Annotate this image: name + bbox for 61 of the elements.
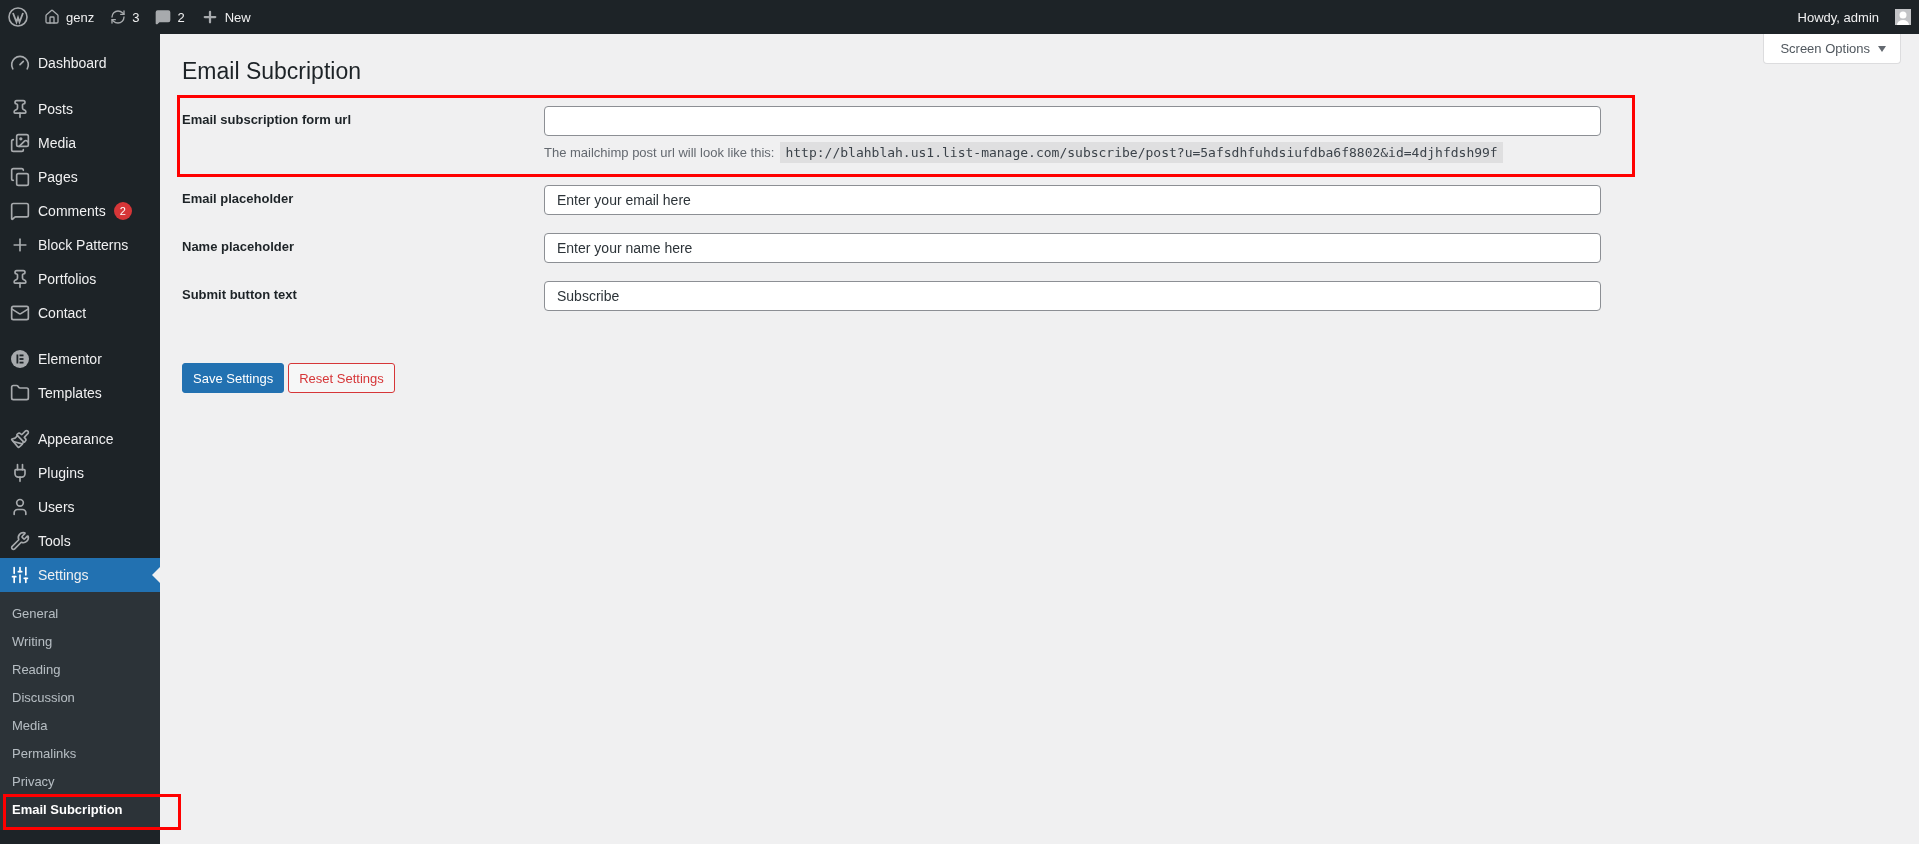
pin-icon [10,99,30,119]
screen-options-button[interactable]: Screen Options [1763,34,1901,64]
new-link[interactable]: New [200,8,251,26]
menu-item[interactable]: Settings [0,558,160,592]
menu-item[interactable]: Users [0,490,160,524]
paintbrush-icon [10,429,30,449]
refresh-icon [110,9,127,25]
field-label: Submit button text [182,286,298,304]
menu-item[interactable]: Appearance [0,422,160,456]
menu-item[interactable]: Pages [0,160,160,194]
menu-item[interactable]: Tools [0,524,160,558]
page-title: Email Subcription [182,58,362,85]
text-field[interactable] [544,106,1601,136]
site-link[interactable]: genz [44,9,95,25]
save-button[interactable]: Save Settings [182,363,285,393]
circle-bars-icon [10,349,30,369]
menu-item[interactable]: Elementor [0,342,160,376]
submenu-item[interactable]: General [0,599,160,627]
menu-item[interactable]: Plugins [0,456,160,490]
menu-item[interactable]: Dashboard [0,46,160,80]
field-label: Email subscription form url [182,111,353,129]
submenu-item[interactable]: Permalinks [0,739,160,767]
speech-bubble-icon [10,201,30,221]
hint-text: The mailchimp post url will look like this: [544,145,775,160]
caret-icon [1878,45,1886,52]
menu-item[interactable]: Contact [0,296,160,330]
menu-item[interactable]: Media [0,126,160,160]
submenu-item[interactable]: Privacy [0,767,160,795]
folder-icon [10,383,30,403]
text-field[interactable]: Subscribe [544,281,1601,311]
user-icon [10,497,30,517]
gauge-icon [10,53,30,73]
house-icon [44,9,60,25]
submenu-item[interactable]: Media [0,711,160,739]
menu-item[interactable]: Block Patterns [0,228,160,262]
comments-link[interactable]: 2 [155,9,185,25]
envelope-icon [10,303,30,323]
submenu-item[interactable]: Email Subcription [0,795,160,823]
example-url: http://blahblah.us1.list-manage.com/subscribe/post?u=5afsdhfuhdsiufdba6f8802&id=4djhfdsh99f [780,142,1503,163]
count-badge: 2 [113,202,132,220]
updates-link[interactable]: 3 [110,9,140,25]
menu-item[interactable]: Portfolios [0,262,160,296]
menu-item[interactable]: Posts [0,92,160,126]
greeting-link[interactable]: Howdy, admin [1797,9,1879,25]
text-field[interactable]: Enter your name here [544,233,1601,263]
menu-item[interactable]: Comments 2 [0,194,160,228]
sliders-icon [10,565,30,585]
wrench-icon [10,531,30,551]
speech-bubble-icon [155,9,172,25]
field-label: Name placeholder [182,238,295,256]
menu-item[interactable]: Templates [0,376,160,410]
text-field[interactable]: Enter your email here [544,185,1601,215]
reset-button[interactable]: Reset Settings [288,363,395,393]
submenu-item[interactable]: Reading [0,655,160,683]
images-icon [10,133,30,153]
field-label: Email placeholder [182,190,295,208]
submenu-item[interactable]: Discussion [0,683,160,711]
pin-icon [10,269,30,289]
pages-icon [10,167,30,187]
avatar-icon[interactable] [1895,9,1911,25]
submenu-item[interactable]: Writing [0,627,160,655]
